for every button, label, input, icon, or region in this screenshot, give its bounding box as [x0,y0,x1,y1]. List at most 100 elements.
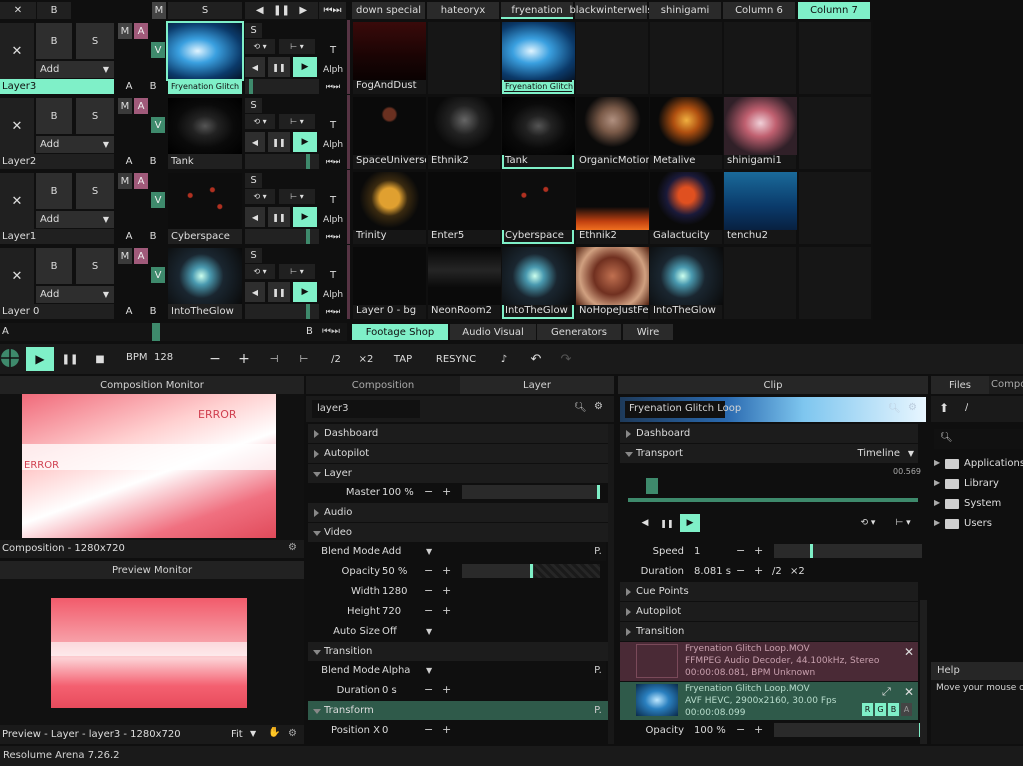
opacity-plus-button[interactable]: + [442,564,451,577]
clip-speed-slider[interactable] [774,544,922,558]
comp-settings-gear-icon[interactable]: ⚙ [288,542,297,553]
auto-size-value[interactable]: Off [382,626,397,637]
clip-prev-button[interactable]: ◀ [636,514,654,532]
layer-clear-button[interactable]: ✕ [0,23,34,79]
clip-duration-value[interactable]: 8.081 s [694,566,731,577]
layer-fader-handle[interactable] [249,79,253,94]
hand-icon[interactable]: ✋ [268,727,280,738]
stop-button[interactable]: ■ [88,347,112,371]
layer-alpha-button[interactable]: Alph [320,212,346,228]
direction-dropdown[interactable]: ⊢ ▾ [279,39,315,54]
clip-section-transport[interactable]: Transport Timeline ▼ [620,444,918,463]
width-plus-button[interactable]: + [442,584,451,597]
clip-play-button[interactable]: ▶ [680,514,700,532]
transition-duration-value[interactable]: 0 s [382,685,397,696]
file-item[interactable]: ▶ System [931,495,1023,513]
width-value[interactable]: 1280 [382,586,407,597]
bpm-half-button[interactable]: /2 [324,347,348,371]
expand-icon[interactable]: ⤢ [882,685,891,699]
clip-slot[interactable] [576,22,648,94]
layer-pause-button[interactable]: ❚❚ [268,282,290,302]
files-search-input[interactable]: 🔍︎ [934,429,1023,449]
clip-slot[interactable]: SpaceUniverse [353,97,426,169]
blend-mode-value[interactable]: Add [382,546,401,557]
layer-play-button[interactable]: ▶ [293,57,317,77]
layer-pause-button[interactable]: ❚❚ [268,132,290,152]
clip-scrollbar[interactable] [920,600,927,744]
layer-video-button[interactable]: V [151,117,165,133]
layer-play-button[interactable]: ▶ [293,282,317,302]
layer-bypass-button[interactable]: B [36,23,72,59]
transition-blend-value[interactable]: Alpha [382,665,410,676]
header-transport[interactable]: ◀ ❚❚ ▶ [245,2,318,19]
layer-video-button[interactable]: V [151,267,165,283]
layer-name-field[interactable]: layer3 [312,400,420,418]
height-value[interactable]: 720 [382,606,401,617]
preview-gear-icon[interactable]: ⚙ [288,728,297,739]
layer-skip-buttons[interactable]: ⏮⏭ [320,229,346,244]
layer-add-dropdown[interactable]: Add ▼ [36,136,114,153]
clip-direction-dropdown[interactable]: ⊢ ▾ [889,514,917,532]
header-skip[interactable]: ⏮⏭ [319,2,346,19]
transition-duration-minus-button[interactable]: − [424,683,433,696]
opacity-slider-knob[interactable] [529,564,533,578]
clip-speed-minus-button[interactable]: − [736,544,745,557]
clip-slot[interactable]: Galactucity [650,172,723,244]
layer-audio-button[interactable]: A [134,248,148,264]
section-transform[interactable]: Transform [308,701,608,720]
height-minus-button[interactable]: − [424,604,433,617]
loop-mode-dropdown[interactable]: ⟲ ▾ [245,114,275,129]
layer-crossfade-b[interactable]: B [142,79,164,94]
layer-scrollbar[interactable] [608,424,614,744]
video-file-block[interactable]: Fryenation Glitch Loop.MOV AVF HEVC, 2900… [620,682,918,720]
width-minus-button[interactable]: − [424,584,433,597]
file-item[interactable]: ▶ Applications [931,455,1023,473]
clip-speed-value[interactable]: 1 [694,546,700,557]
layer-add-dropdown[interactable]: Add ▼ [36,61,114,78]
layer-clip-thumbnail[interactable] [168,173,242,229]
column-tab-2[interactable]: hateoryx [427,2,499,19]
clip-timeline-dropdown[interactable]: Timeline [857,448,900,459]
layer-clear-button[interactable]: ✕ [0,98,34,154]
clip-slot[interactable] [650,22,722,94]
clip-slot[interactable] [799,172,871,244]
s-button[interactable]: S [245,248,262,263]
tap-button[interactable]: TAP [388,347,418,371]
opacity-minus-button[interactable]: − [424,564,433,577]
layer-fader-handle[interactable] [306,154,310,169]
nudge-back-button[interactable]: ⊣ [262,347,286,371]
layer-video-button[interactable]: V [151,42,165,58]
layer-audio-button[interactable]: A [134,98,148,114]
play-button[interactable]: ▶ [26,347,54,371]
column-tab-6[interactable]: Column 6 [723,2,795,19]
clip-opacity-value[interactable]: 100 % [694,725,726,736]
layer-bypass-button[interactable]: B [36,248,72,284]
chevron-down-icon[interactable]: ▼ [426,627,432,636]
clip-slot[interactable]: OrganicMotions [576,97,649,169]
layer-opacity-fader[interactable] [245,79,319,94]
s-button[interactable]: S [245,173,262,188]
clip-slot[interactable] [428,22,500,94]
layer-name[interactable]: Layer1 [0,229,114,244]
clip-section-autopilot[interactable]: Autopilot [620,602,918,621]
section-audio[interactable]: Audio [308,503,608,522]
clip-opacity-slider[interactable] [774,723,922,737]
layer-prev-button[interactable]: ◀ [245,282,265,302]
redo-icon[interactable]: ↷ [554,347,578,371]
s-button[interactable]: S [245,98,262,113]
layer-solo-button[interactable]: S [76,98,114,134]
clip-slot[interactable]: Metalive [650,97,723,169]
section-dashboard[interactable]: Dashboard [308,424,608,443]
clip-section-dashboard[interactable]: Dashboard [620,424,918,443]
bpm-plus-button[interactable]: + [232,347,256,371]
opacity-value[interactable]: 50 % [382,566,407,577]
loop-mode-dropdown[interactable]: ⟲ ▾ [245,264,275,279]
clip-slot[interactable]: Ethnik2 [428,97,501,169]
layer-pause-button[interactable]: ❚❚ [268,207,290,227]
bpm-minus-button[interactable]: − [203,347,227,371]
header-s-button[interactable]: S [168,2,242,19]
clip-slot[interactable]: NeonRoom2 [428,247,501,319]
pause-button[interactable]: ❚❚ [58,347,82,371]
position-x-value[interactable]: 0 [382,725,388,736]
layer-crossfade-a[interactable]: A [118,154,140,169]
